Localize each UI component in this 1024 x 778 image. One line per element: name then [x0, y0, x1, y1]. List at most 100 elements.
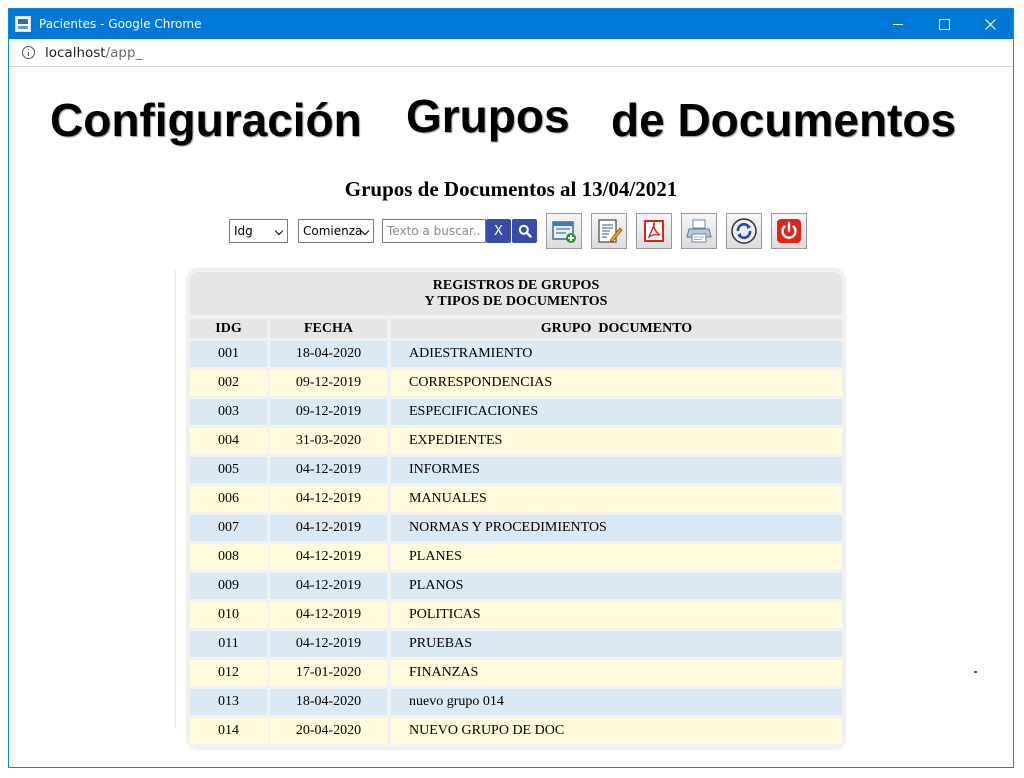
cell-fecha: 04-12-2019 [270, 515, 387, 541]
maximize-icon[interactable] [921, 9, 967, 39]
cell-idg: 013 [190, 689, 267, 715]
window-title: Pacientes - Google Chrome [39, 17, 202, 31]
table-row[interactable]: 014 20-04-2020 NUEVO GRUPO DE DOC [188, 718, 844, 747]
table-row[interactable]: 007 04-12-2019 NORMAS Y PROCEDIMIENTOS [188, 515, 844, 544]
refresh-button[interactable] [726, 213, 762, 249]
cell-idg: 005 [190, 457, 267, 483]
cell-grupo: POLITICAS [391, 602, 842, 628]
cell-idg: 014 [190, 718, 267, 744]
table-body: 001 18-04-2020 ADIESTRAMIENTO 002 09-12-201… [188, 341, 844, 747]
cell-grupo: ESPECIFICACIONES [391, 399, 842, 425]
cell-idg: 010 [190, 602, 267, 628]
new-window-icon [552, 221, 576, 243]
edit-record-button[interactable] [591, 213, 627, 249]
table-row[interactable]: 012 17-01-2020 FINANZAS [188, 660, 844, 689]
cell-grupo: EXPEDIENTES [391, 428, 842, 454]
cell-fecha: 04-12-2019 [270, 457, 387, 483]
table-row[interactable]: 013 18-04-2020 nuevo grupo 014 [188, 689, 844, 718]
new-record-button[interactable] [546, 213, 582, 249]
printer-icon [686, 219, 712, 243]
minimize-icon[interactable] [875, 9, 921, 39]
cell-grupo: nuevo grupo 014 [391, 689, 842, 715]
table-row[interactable]: 002 09-12-2019 CORRESPONDENCIAS [188, 370, 844, 399]
cell-grupo: CORRESPONDENCIAS [391, 370, 842, 396]
table-row[interactable]: 010 04-12-2019 POLITICAS [188, 602, 844, 631]
table-row[interactable]: 001 18-04-2020 ADIESTRAMIENTO [188, 341, 844, 370]
cell-grupo: FINANZAS [391, 660, 842, 686]
cell-idg: 002 [190, 370, 267, 396]
table-row[interactable]: 004 31-03-2020 EXPEDIENTES [188, 428, 844, 457]
cell-grupo: ADIESTRAMIENTO [391, 341, 842, 367]
window-controls [875, 9, 1013, 39]
table-row[interactable]: 006 04-12-2019 MANUALES [188, 486, 844, 515]
table-row[interactable]: 003 09-12-2019 ESPECIFICACIONES [188, 399, 844, 428]
cell-idg: 009 [190, 573, 267, 599]
cell-grupo: MANUALES [391, 486, 842, 512]
cell-fecha: 20-04-2020 [270, 718, 387, 744]
cell-fecha: 17-01-2020 [270, 660, 387, 686]
table-caption-line-2: Y TIPOS DE DOCUMENTOS [424, 294, 608, 309]
cell-fecha: 04-12-2019 [270, 573, 387, 599]
cell-grupo: NORMAS Y PROCEDIMIENTOS [391, 515, 842, 541]
search-input[interactable] [382, 219, 486, 243]
column-header-grupo[interactable]: GRUPO DOCUMENTO [391, 319, 842, 338]
toolbar: Idg Comienza X [9, 213, 1013, 249]
print-button[interactable] [681, 213, 717, 249]
cell-fecha: 18-04-2020 [270, 689, 387, 715]
page-subtitle: Grupos de Documentos al 13/04/2021 [344, 177, 678, 201]
table-row[interactable]: 005 04-12-2019 INFORMES [188, 457, 844, 486]
table-row[interactable]: 009 04-12-2019 PLANOS [188, 573, 844, 602]
cell-idg: 007 [190, 515, 267, 541]
edit-document-icon [598, 219, 623, 243]
search-icon [518, 224, 532, 238]
refresh-icon [731, 218, 757, 244]
column-header-idg[interactable]: IDG [190, 319, 267, 338]
table-row[interactable]: 008 04-12-2019 PLANES [188, 544, 844, 573]
page-content: Configuración Grupos de Documentos Grupo… [9, 67, 1013, 767]
match-mode-select[interactable]: Comienza [298, 219, 374, 243]
page-title-part-1: Configuración [50, 94, 362, 146]
cell-idg: 003 [190, 399, 267, 425]
export-pdf-button[interactable] [636, 213, 672, 249]
table-caption-line-1: REGISTROS DE GRUPOS [432, 278, 600, 293]
info-icon[interactable] [22, 46, 35, 59]
cell-idg: 011 [190, 631, 267, 657]
cell-idg: 012 [190, 660, 267, 686]
title-bar: Pacientes - Google Chrome [9, 9, 1013, 39]
page-title-part-3: de Documentos [611, 94, 957, 146]
documents-table: REGISTROS DE GRUPOS Y TIPOS DE DOCUMENTO… [188, 270, 844, 748]
url-host: localhost [45, 44, 106, 61]
cell-idg: 006 [190, 486, 267, 512]
clear-search-button[interactable]: X [486, 219, 511, 243]
cell-fecha: 04-12-2019 [270, 631, 387, 657]
cell-fecha: 18-04-2020 [270, 341, 387, 367]
exit-button[interactable] [771, 213, 807, 249]
cell-grupo: INFORMES [391, 457, 842, 483]
url-text[interactable]: localhost/app_ [45, 45, 142, 61]
cell-grupo: PLANOS [391, 573, 842, 599]
address-bar[interactable]: localhost/app_ [9, 39, 1013, 67]
search-button[interactable] [512, 219, 537, 243]
cell-idg: 001 [190, 341, 267, 367]
page-title: Configuración Grupos de Documentos [9, 89, 1013, 149]
url-path: /app_ [105, 44, 143, 61]
table-row[interactable]: 011 04-12-2019 PRUEBAS [188, 631, 844, 660]
app-icon [15, 16, 31, 32]
cell-fecha: 04-12-2019 [270, 486, 387, 512]
field-select[interactable]: Idg [229, 219, 288, 243]
cell-grupo: PRUEBAS [391, 631, 842, 657]
cell-grupo: NUEVO GRUPO DE DOC [391, 718, 842, 744]
cell-fecha: 31-03-2020 [270, 428, 387, 454]
power-icon [777, 219, 801, 243]
cell-fecha: 09-12-2019 [270, 370, 387, 396]
cell-fecha: 04-12-2019 [270, 544, 387, 570]
close-icon[interactable] [967, 9, 1013, 39]
column-header-fecha[interactable]: FECHA [270, 319, 387, 338]
divider [175, 270, 176, 728]
pdf-icon [644, 220, 664, 242]
cell-fecha: 09-12-2019 [270, 399, 387, 425]
cell-idg: 008 [190, 544, 267, 570]
browser-window: Pacientes - Google Chrome localhost/app_… [8, 8, 1014, 768]
cell-grupo: PLANES [391, 544, 842, 570]
scroll-marker [974, 671, 977, 673]
